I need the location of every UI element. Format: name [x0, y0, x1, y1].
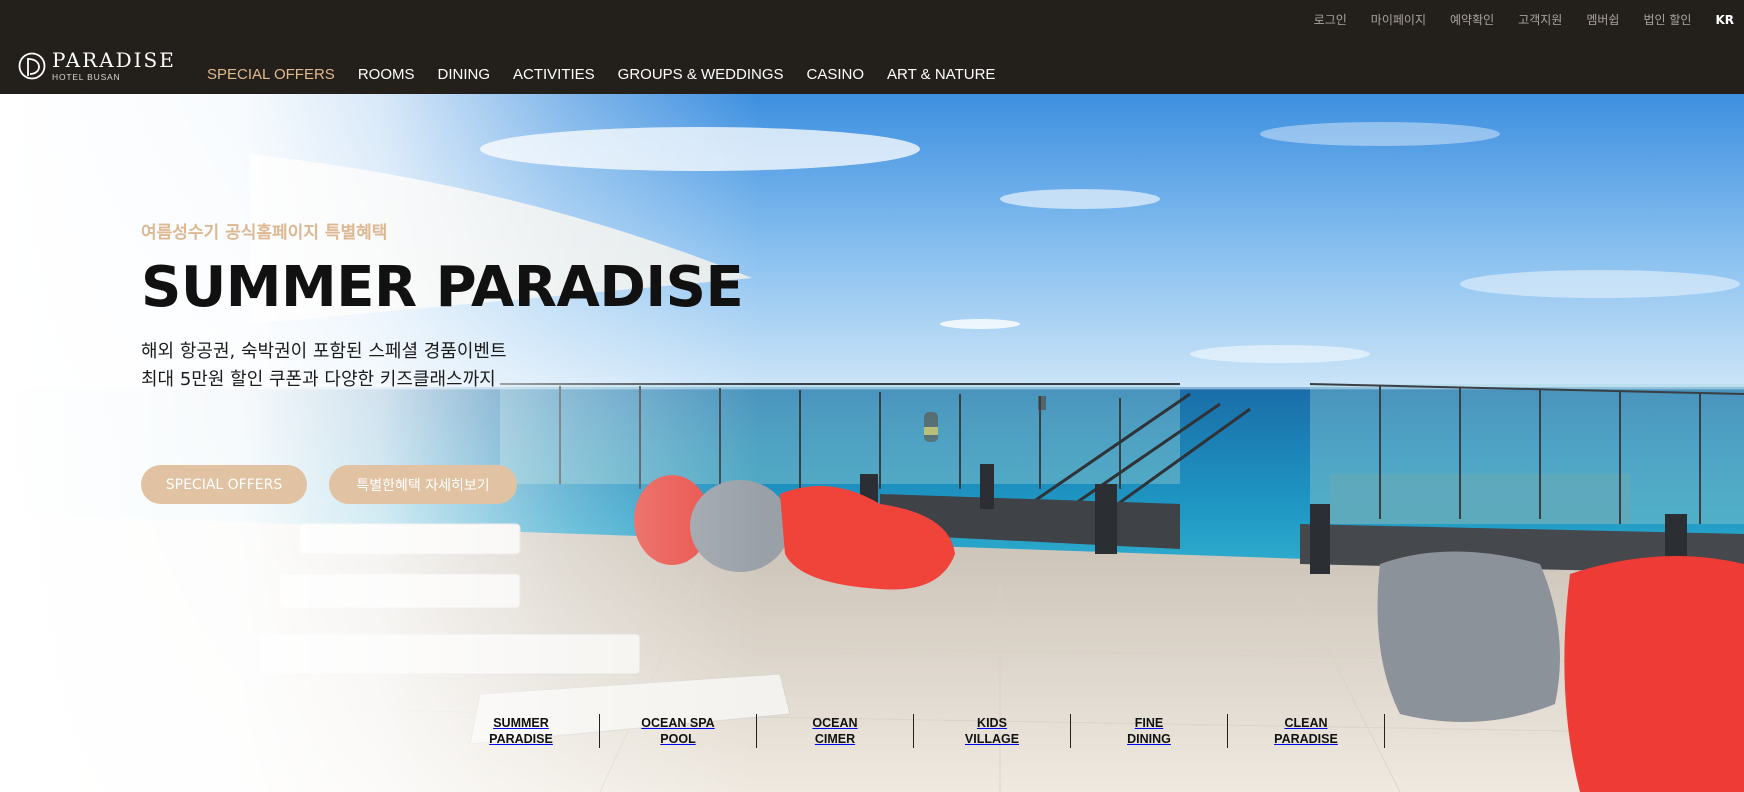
language-selector[interactable]: KR — [1715, 13, 1734, 27]
nav-dining[interactable]: DINING — [437, 66, 490, 83]
logo-subtitle: HOTEL BUSAN — [52, 72, 121, 83]
nav-groups-weddings[interactable]: GROUPS & WEDDINGS — [618, 66, 784, 83]
hero-description: 해외 항공권, 숙박권이 포함된 스페셜 경품이벤트 최대 5만원 할인 쿠폰과… — [141, 338, 743, 394]
customer-support-link[interactable]: 고객지원 — [1518, 11, 1562, 28]
quick-link-summer-paradise[interactable]: SUMMER PARADISE — [443, 714, 600, 748]
special-offers-button[interactable]: SPECIAL OFFERS — [141, 465, 307, 504]
main-nav: SPECIAL OFFERS ROOMS DINING ACTIVITIES G… — [207, 66, 1018, 83]
hero-eyebrow: 여름성수기 공식홈페이지 특별혜택 — [141, 223, 388, 243]
hero-copy: 여름성수기 공식홈페이지 특별혜택 SUMMER PARADISE 해외 항공권… — [141, 218, 744, 394]
site-logo[interactable]: PARADISE HOTEL BUSAN — [18, 50, 176, 82]
quick-link-kids-village[interactable]: KIDS VILLAGE — [914, 714, 1071, 748]
hero-banner: 여름성수기 공식홈페이지 특별혜택 SUMMER PARADISE 해외 항공권… — [0, 94, 1744, 792]
quick-link-label: CLEAN PARADISE — [1274, 716, 1338, 746]
logo-name: PARADISE — [52, 48, 176, 73]
quick-link-label: KIDS VILLAGE — [964, 716, 1020, 746]
quick-link-label: OCEAN SPA POOL — [641, 716, 715, 746]
hero-desc-line-2: 최대 5만원 할인 쿠폰과 다양한 키즈클래스까지 — [141, 369, 496, 390]
logo-text: PARADISE HOTEL BUSAN — [52, 50, 176, 82]
quick-link-clean-paradise[interactable]: CLEAN PARADISE — [1228, 714, 1385, 748]
quick-link-label: FINE DINING — [1127, 716, 1171, 746]
quick-links: SUMMER PARADISE OCEAN SPA POOL OCEAN CIM… — [443, 714, 1385, 748]
quick-link-fine-dining[interactable]: FINE DINING — [1071, 714, 1228, 748]
quick-link-label: SUMMER PARADISE — [489, 716, 553, 746]
benefit-details-button[interactable]: 특별한혜택 자세히보기 — [329, 465, 517, 504]
nav-special-offers[interactable]: SPECIAL OFFERS — [207, 66, 335, 83]
hero-white-gradient — [0, 94, 760, 792]
membership-link[interactable]: 멤버쉽 — [1586, 11, 1619, 28]
site-header: 로그인 마이페이지 예약확인 고객지원 멤버쉽 법인 할인 KR PARADIS… — [0, 0, 1744, 94]
quick-link-ocean-spa-pool[interactable]: OCEAN SPA POOL — [600, 714, 757, 748]
nav-casino[interactable]: CASINO — [807, 66, 865, 83]
quick-link-label: OCEAN CIMER — [812, 716, 858, 746]
hero-cta-group: SPECIAL OFFERS 특별한혜택 자세히보기 — [141, 465, 517, 504]
corporate-discount-link[interactable]: 법인 할인 — [1643, 11, 1691, 28]
reservation-check-link[interactable]: 예약확인 — [1450, 11, 1494, 28]
hero-desc-line-1: 해외 항공권, 숙박권이 포함된 스페셜 경품이벤트 — [141, 341, 507, 362]
quick-link-ocean-cimer[interactable]: OCEAN CIMER — [757, 714, 914, 748]
nav-art-nature[interactable]: ART & NATURE — [887, 66, 995, 83]
utility-nav: 로그인 마이페이지 예약확인 고객지원 멤버쉽 법인 할인 KR — [1290, 11, 1744, 28]
hero-title: SUMMER PARADISE — [141, 255, 744, 320]
nav-activities[interactable]: ACTIVITIES — [513, 66, 595, 83]
login-link[interactable]: 로그인 — [1314, 11, 1347, 28]
mypage-link[interactable]: 마이페이지 — [1371, 11, 1426, 28]
nav-rooms[interactable]: ROOMS — [358, 66, 415, 83]
paradise-logo-icon — [18, 52, 46, 80]
